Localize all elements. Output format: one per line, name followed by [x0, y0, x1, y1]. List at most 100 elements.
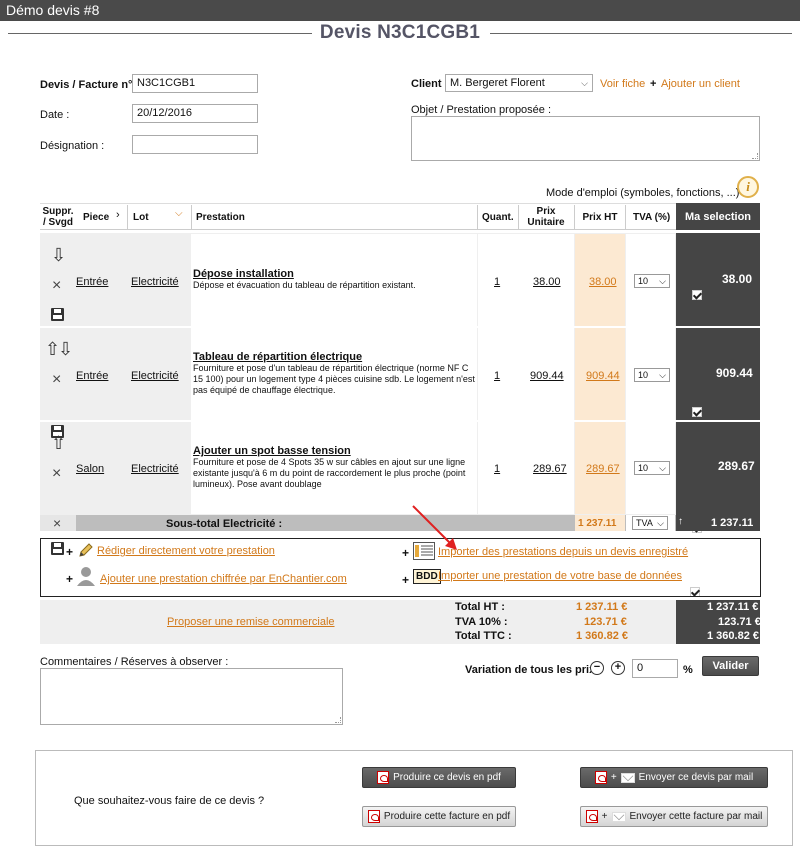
- mail-devis-button[interactable]: + Envoyer ce devis par mail: [580, 767, 768, 788]
- row-1-ht[interactable]: 38.00: [589, 276, 617, 288]
- row-divider: [40, 420, 760, 422]
- delete-icon[interactable]: ×: [52, 466, 61, 482]
- export-question: Que souhaitez-vous faire de ce devis ?: [74, 795, 265, 807]
- devis-number-label: Devis / Facture n° :: [40, 79, 140, 91]
- subtotal-label: Sous-total Electricité :: [166, 518, 283, 530]
- comments-textarea[interactable]: [40, 668, 343, 725]
- arrow-down-icon[interactable]: ⇩: [58, 340, 73, 358]
- plus-sign: +: [610, 772, 617, 783]
- total-tva-label: TVA 10% :: [455, 616, 508, 628]
- percent-unit: %: [683, 664, 693, 676]
- row-2-checkbox[interactable]: [692, 407, 702, 417]
- row-2-piece[interactable]: Entrée: [76, 370, 108, 382]
- pdf-devis-button[interactable]: Produire ce devis en pdf: [362, 767, 516, 788]
- valider-button[interactable]: Valider: [702, 656, 759, 676]
- arrow-down-icon[interactable]: ⇩: [51, 246, 66, 264]
- row-2-desc: Fourniture et pose d'un tableau de répar…: [193, 363, 475, 395]
- row-3-ht[interactable]: 289.67: [586, 463, 620, 475]
- import-devis-link[interactable]: Importer des prestations depuis un devis…: [438, 546, 688, 558]
- variation-input[interactable]: 0: [632, 659, 678, 678]
- delete-icon[interactable]: ×: [52, 278, 61, 294]
- row-2-title[interactable]: Tableau de répartition électrique: [193, 351, 362, 363]
- totals-section: [40, 600, 760, 644]
- row-3-piece[interactable]: Salon: [76, 463, 104, 475]
- info-icon[interactable]: i: [737, 176, 759, 198]
- person-icon: [77, 567, 95, 586]
- pdf-devis-label: Produire ce devis en pdf: [393, 772, 501, 783]
- mail-facture-button[interactable]: + Envoyer cette facture par mail: [580, 806, 768, 827]
- row-2-quant[interactable]: 1: [494, 370, 500, 382]
- row-1-tva-select[interactable]: 10 ⌵: [634, 274, 670, 288]
- client-select[interactable]: M. Bergeret Florent ⌵: [445, 74, 593, 92]
- header-tva: TVA (%): [633, 211, 671, 223]
- add-client-link[interactable]: Ajouter un client: [661, 78, 740, 90]
- header-piece[interactable]: Piece: [83, 205, 109, 229]
- row-2-ht[interactable]: 909.44: [586, 370, 620, 382]
- mail-icon: [620, 772, 635, 783]
- header-quant: Quant.: [482, 211, 514, 223]
- chevron-down-icon: ⌵: [659, 369, 666, 380]
- row-3-title[interactable]: Ajouter un spot basse tension: [193, 445, 351, 457]
- row-1-tva-value: 10: [638, 276, 649, 286]
- chevron-right-icon[interactable]: ›: [116, 209, 120, 221]
- plus-button[interactable]: +: [611, 661, 625, 675]
- row-2-selection-value: 909.44: [716, 366, 753, 380]
- row-1-selection-value: 38.00: [722, 272, 753, 286]
- row-1-title[interactable]: Dépose installation: [193, 268, 294, 280]
- variation-label: Variation de tous les prix :: [465, 664, 602, 676]
- arrow-up-icon[interactable]: ⇧: [51, 434, 66, 452]
- chevron-down-icon[interactable]: ⌵: [175, 208, 183, 219]
- import-bdd-plus: +: [402, 573, 410, 587]
- resize-handle[interactable]: [752, 153, 758, 159]
- delete-icon[interactable]: ×: [52, 372, 61, 388]
- minus-button[interactable]: −: [590, 661, 604, 675]
- plus-sign: +: [601, 811, 608, 822]
- delete-icon[interactable]: ×: [53, 515, 61, 531]
- header-prix-ht: Prix HT: [582, 211, 618, 223]
- row-1-checkbox[interactable]: [692, 290, 702, 300]
- header-divider: [574, 205, 575, 229]
- arrow-up-small-icon[interactable]: ↑: [678, 516, 683, 527]
- row-3-pu[interactable]: 289.67: [533, 463, 567, 475]
- pdf-facture-button[interactable]: Produire cette facture en pdf: [362, 806, 516, 827]
- save-icon[interactable]: [51, 308, 64, 321]
- rediger-plus: +: [66, 545, 74, 559]
- row-divider: [40, 326, 760, 328]
- row-3-desc: Fourniture et pose de 4 Spots 35 w sur c…: [193, 457, 466, 489]
- header-lot[interactable]: Lot: [133, 205, 149, 229]
- pdf-icon: [585, 810, 598, 823]
- pdf-facture-label: Produire cette facture en pdf: [383, 811, 511, 822]
- row-3-tva-select[interactable]: 10 ⌵: [634, 461, 670, 475]
- row-1-pu[interactable]: 38.00: [533, 276, 561, 288]
- comments-label: Commentaires / Réserves à observer :: [40, 656, 229, 668]
- rediger-link[interactable]: Rédiger directement votre prestation: [97, 545, 275, 557]
- row-2-tva-select[interactable]: 10 ⌵: [634, 368, 670, 382]
- devis-number-input[interactable]: N3C1CGB1: [132, 74, 258, 93]
- mode-emploi-label: Mode d'emploi (symboles, fonctions, ...)…: [546, 187, 746, 199]
- row-1-piece[interactable]: Entrée: [76, 276, 108, 288]
- designation-input[interactable]: [132, 135, 258, 154]
- objet-label: Objet / Prestation proposée :: [411, 104, 552, 116]
- header-divider: [625, 205, 626, 229]
- header-prix-unitaire: Prix Unitaire: [527, 206, 565, 228]
- enchantier-link[interactable]: Ajouter une prestation chiffrée par EnCh…: [100, 573, 347, 585]
- pdf-icon: [367, 810, 380, 823]
- objet-textarea[interactable]: [411, 116, 760, 161]
- header-divider: [477, 205, 478, 229]
- subtotal-tva-value: TVA: [636, 518, 653, 528]
- header-divider: [191, 205, 192, 229]
- import-bdd-link[interactable]: Importer une prestation de votre base de…: [438, 570, 682, 582]
- row-1-quant[interactable]: 1: [494, 276, 500, 288]
- row-3-quant[interactable]: 1: [494, 463, 500, 475]
- row-2-lot[interactable]: Electricité: [131, 370, 179, 382]
- subtotal-tva-select[interactable]: TVA ⌵: [632, 516, 668, 530]
- date-input[interactable]: 20/12/2016: [132, 104, 258, 123]
- row-1-lot[interactable]: Electricité: [131, 276, 179, 288]
- total-tva: 123.71 €: [584, 616, 627, 628]
- voir-fiche-link[interactable]: Voir fiche: [600, 78, 645, 90]
- remise-link[interactable]: Proposer une remise commerciale: [167, 616, 335, 628]
- row-3-lot[interactable]: Electricité: [131, 463, 179, 475]
- resize-handle[interactable]: [335, 717, 341, 723]
- row-2-pu[interactable]: 909.44: [530, 370, 564, 382]
- subtotal-selection-value: 1 237.11: [711, 517, 754, 529]
